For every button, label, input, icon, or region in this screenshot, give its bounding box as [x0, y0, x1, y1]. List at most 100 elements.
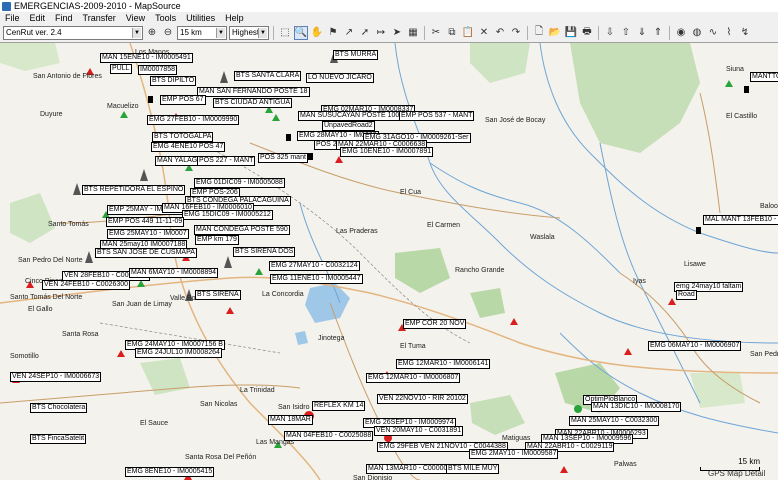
zoom-tool-icon[interactable]: 🔍: [294, 25, 308, 40]
track-tool-icon[interactable]: ➚: [358, 26, 372, 40]
waypoint-label[interactable]: MAN 15ENE10 - IM0005491: [100, 53, 193, 63]
map-view[interactable]: Los ManosSan Antonio de FloresMacuelizoD…: [0, 43, 778, 480]
waypoint-label[interactable]: PULL: [110, 64, 132, 74]
waypoint-label[interactable]: MAN 04FEB10 - C0025088: [284, 431, 374, 441]
toolbar: CenRut ver. 2.4 ▼ ⊕ ⊖ 15 km ▼ Highest ▼ …: [0, 23, 778, 43]
waypoint-label[interactable]: EMG 01DIC09 - IM0005088: [194, 178, 285, 188]
waypoint-label[interactable]: BTS MURRA: [333, 50, 379, 60]
detail-select[interactable]: Highest ▼: [229, 25, 269, 40]
cut-icon[interactable]: ✂: [429, 26, 443, 40]
waypoint-tool-icon[interactable]: ⚑: [326, 26, 340, 40]
waypoint-label[interactable]: POS 325 mant: [258, 153, 308, 163]
waypoint-label[interactable]: MANTTO: [750, 72, 778, 82]
waypoint-label[interactable]: EMG 25MAY10 - IM0007: [107, 229, 189, 239]
waypoint-label[interactable]: EMG 4ENE10 POS 47: [151, 142, 226, 152]
waypoint-label[interactable]: BTS SANTA CLARA: [234, 71, 302, 81]
waypoint-label[interactable]: LO NUEVO JICARO: [306, 73, 374, 83]
waypoint-color-icon[interactable]: ◍: [690, 26, 704, 40]
map-tool-icon[interactable]: ▦: [406, 26, 420, 40]
waypoint-label[interactable]: UnpavedRoad2: [322, 121, 375, 131]
menu-view[interactable]: View: [121, 13, 150, 23]
map-product-select[interactable]: CenRut ver. 2.4 ▼: [3, 25, 143, 40]
waypoint-label[interactable]: BTS Chocolatera: [30, 403, 88, 413]
send-maps-icon[interactable]: ⇑: [651, 26, 665, 40]
menu-file[interactable]: File: [0, 13, 25, 23]
print-icon[interactable]: 🖶: [580, 26, 594, 40]
waypoint-label[interactable]: VEN 22NOV10 - RIR 20102: [377, 394, 468, 404]
waypoint-label[interactable]: MAN 25MAY10 - C0032300: [569, 416, 660, 426]
tool-arrow-icon[interactable]: ↯: [738, 26, 752, 40]
waypoint-label[interactable]: Road: [676, 290, 697, 300]
zoom-out-icon[interactable]: ⊖: [161, 26, 175, 40]
zoom-in-icon[interactable]: ⊕: [145, 26, 159, 40]
waypoint-label[interactable]: MAN 13DIC10 - IM0008170: [591, 402, 682, 412]
hand-tool-icon[interactable]: ✋: [310, 26, 324, 40]
waypoint-label[interactable]: EMG 24JUL10 IM0008264: [135, 348, 222, 358]
new-file-icon[interactable]: 🗋: [532, 26, 546, 40]
paste-icon[interactable]: 📋: [461, 26, 475, 40]
waypoint-label[interactable]: VEN 20MAY10 - C0031891: [374, 426, 464, 436]
waypoint-label[interactable]: EMG 2MAY10 - IM0009587: [469, 449, 559, 459]
route-color-icon[interactable]: ⌇: [722, 26, 736, 40]
menu-utilities[interactable]: Utilities: [181, 13, 220, 23]
waypoint-label[interactable]: EMG 27MAY10 - C0032124: [269, 261, 360, 271]
waypoint-label[interactable]: EMP COR 20 NOV: [403, 319, 467, 329]
receive-from-device-icon[interactable]: ⇩: [603, 26, 617, 40]
waypoint-label[interactable]: EMG 11ENE10 - IM0005447: [270, 274, 363, 284]
waypoint-label[interactable]: IM0007858: [138, 65, 178, 75]
waypoint-label[interactable]: MAN 18MAR: [268, 415, 313, 425]
menu-find[interactable]: Find: [50, 13, 78, 23]
waypoint-label[interactable]: EMG 27FEB10 - IM0009990: [147, 115, 240, 125]
waypoint-label[interactable]: MAN SUSUCAYAN POSTE 100: [298, 111, 402, 121]
waypoint-label[interactable]: VEN 24SEP10 - IM0006673: [10, 372, 102, 382]
waypoint-label[interactable]: MAN SAN FERNANDO POSTE 18: [197, 87, 310, 97]
copy-icon[interactable]: ⧉: [445, 26, 459, 40]
waypoint-label[interactable]: BTS FincaSatelit: [30, 434, 87, 444]
waypoint-label[interactable]: BTS TOTOGALPA: [152, 132, 214, 142]
waypoint-label[interactable]: MAN CONDEGA POSTE 590: [194, 225, 290, 235]
waypoint-label[interactable]: EMP POS 537 - MANT: [399, 111, 475, 121]
waypoint-label[interactable]: BTS SAN JOSE DE CUSMAPA: [95, 248, 197, 258]
menu-edit[interactable]: Edit: [25, 13, 51, 23]
google-earth-icon[interactable]: ◉: [674, 26, 688, 40]
waypoint-label[interactable]: BTS SIRENA: [195, 290, 241, 300]
delete-icon[interactable]: ✕: [477, 26, 491, 40]
waypoint-label[interactable]: BTS MILE MUY: [446, 464, 500, 474]
waypoint-label[interactable]: EMG 15DIC09 - IM0005212: [182, 210, 273, 220]
waypoint-label[interactable]: BTS CIUDAD ANTIGUA: [213, 98, 293, 108]
menu-transfer[interactable]: Transfer: [78, 13, 121, 23]
waypoint-label[interactable]: BTS REPETIDORA EL ESPINO: [82, 185, 186, 195]
waypoint-label[interactable]: EMP km 179: [195, 235, 239, 245]
open-file-icon[interactable]: 📂: [548, 26, 562, 40]
waypoint-label[interactable]: BTS SIRENA DOS: [233, 247, 296, 257]
waypoint-label[interactable]: MAL MANT 13FEB10 - IM: [703, 215, 778, 225]
track-color-icon[interactable]: ∿: [706, 26, 720, 40]
selection-tool-icon[interactable]: ⬚: [278, 26, 292, 40]
waypoint-label[interactable]: EMG 10ENE10 - IM0007891: [340, 147, 434, 157]
receive-maps-icon[interactable]: ⇓: [635, 26, 649, 40]
title-bar: EMERGENCIAS-2009-2010 - MapSource: [0, 0, 778, 12]
redo-icon[interactable]: ↷: [509, 26, 523, 40]
undo-icon[interactable]: ↶: [493, 26, 507, 40]
menu-help[interactable]: Help: [220, 13, 249, 23]
waypoint-label[interactable]: VEN 24FEB10 - C0026300: [42, 280, 131, 290]
waypoint-label[interactable]: REFLEX KM 14: [312, 401, 366, 411]
route-tool-icon[interactable]: ↗: [342, 26, 356, 40]
distance-tool-icon[interactable]: ↦: [374, 26, 388, 40]
waypoint-label[interactable]: EMG 12MAR10 - IM0006141: [396, 359, 491, 369]
place-label: San Isidro: [278, 404, 310, 411]
send-to-device-icon[interactable]: ⇧: [619, 26, 633, 40]
waypoint-label[interactable]: EMP POS 449 11-11-09: [106, 217, 185, 227]
waypoint-label[interactable]: POS 227 - MANT: [197, 156, 256, 166]
road: [329, 302, 421, 480]
waypoint-label[interactable]: EMG 12MAR10 - IM0006807: [366, 373, 461, 383]
pointer-tool-icon[interactable]: ➤: [390, 26, 404, 40]
waypoint-label[interactable]: BTS DIPILTO: [150, 76, 197, 86]
zoom-scale-select[interactable]: 15 km ▼: [177, 25, 227, 40]
waypoint-label[interactable]: EMP POS 67: [160, 95, 206, 105]
menu-tools[interactable]: Tools: [150, 13, 181, 23]
save-file-icon[interactable]: 💾: [564, 26, 578, 40]
waypoint-label[interactable]: EMG 06MAY10 - IM0006907: [648, 341, 742, 351]
waypoint-label[interactable]: EMG 8ENE10 - IM0005415: [125, 467, 215, 477]
waypoint-label[interactable]: MAN 6MAY10 - IM0008894: [129, 268, 219, 278]
